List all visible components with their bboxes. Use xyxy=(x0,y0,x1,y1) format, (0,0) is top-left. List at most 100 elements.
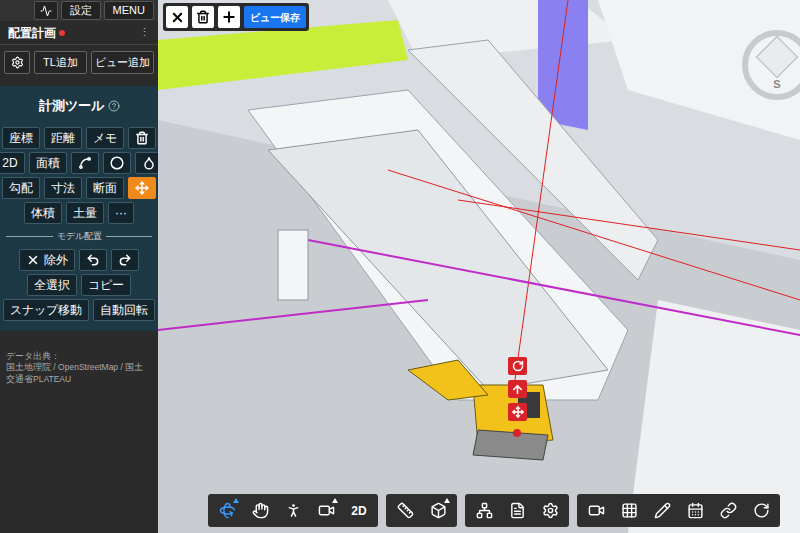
toolbar-button[interactable] xyxy=(389,494,421,527)
dropdown-mark xyxy=(233,498,239,503)
rotate-handle[interactable] xyxy=(508,357,527,375)
toolbar-button[interactable] xyxy=(679,494,711,527)
placement-button[interactable] xyxy=(79,249,107,271)
polyline-icon xyxy=(78,156,92,170)
circle-icon xyxy=(110,156,124,170)
tool-button[interactable]: 勾配 xyxy=(2,177,40,199)
tool-button[interactable]: メモ xyxy=(86,127,124,149)
tool-button[interactable]: 土量 xyxy=(66,202,104,224)
viewport[interactable]: ビュー保存S2D xyxy=(158,0,800,533)
trash-icon xyxy=(135,131,149,145)
bottom-toolbar: 2D xyxy=(208,494,780,527)
placement-button[interactable] xyxy=(111,249,139,271)
ruler-icon xyxy=(397,502,414,519)
orbit-icon xyxy=(219,502,236,519)
toolbar-button[interactable] xyxy=(712,494,744,527)
tools-title: 計測ツール xyxy=(6,96,152,116)
toolbar-button[interactable] xyxy=(646,494,678,527)
gizmo xyxy=(508,357,527,421)
rotate-icon xyxy=(512,360,524,372)
project-row[interactable]: 配置計画⋮ xyxy=(0,21,158,45)
add-button[interactable] xyxy=(218,6,240,28)
pivot-dot[interactable] xyxy=(513,429,521,437)
tool-button[interactable]: 体積 xyxy=(24,202,62,224)
placement-button[interactable]: 除外 xyxy=(19,249,75,271)
tool-button[interactable]: 2D xyxy=(0,152,25,174)
project-menu[interactable]: ⋮ xyxy=(139,24,150,41)
placement-row: スナップ移動自動回転 xyxy=(6,299,152,321)
arrow-up-icon xyxy=(511,383,524,396)
placement-button[interactable]: コピー xyxy=(81,274,131,296)
gear-icon xyxy=(542,502,559,519)
placement-button[interactable]: スナップ移動 xyxy=(3,299,89,321)
tool-row: 体積土量··· xyxy=(6,202,152,224)
toolbar-button[interactable] xyxy=(580,494,612,527)
scene-3d[interactable] xyxy=(158,0,800,533)
toolbar-button[interactable] xyxy=(422,494,454,527)
header-bar: 設定MENU xyxy=(0,0,158,21)
pencil-icon xyxy=(654,502,671,519)
tool-button[interactable]: 断面 xyxy=(86,177,124,199)
settings-button[interactable]: 設定 xyxy=(61,1,101,20)
toolbar-group xyxy=(465,494,569,527)
panel-settings-button[interactable] xyxy=(4,51,30,74)
toolbar-button[interactable] xyxy=(468,494,500,527)
lift-handle[interactable] xyxy=(508,380,527,398)
move-icon xyxy=(512,406,524,418)
toolbar-button[interactable]: 2D xyxy=(343,494,375,527)
close-icon xyxy=(170,10,185,25)
toolbar-button[interactable] xyxy=(501,494,533,527)
hand-icon xyxy=(252,502,269,519)
tool-button[interactable]: 座標 xyxy=(2,127,40,149)
view-cube[interactable] xyxy=(756,36,798,78)
close-button[interactable] xyxy=(166,6,188,28)
redo-icon xyxy=(118,253,132,267)
placement-button[interactable]: 全選択 xyxy=(27,274,77,296)
gear-icon xyxy=(11,56,24,69)
panel-button[interactable]: ビュー追加 xyxy=(91,51,154,74)
help-icon[interactable] xyxy=(108,100,120,112)
menu-button[interactable]: MENU xyxy=(104,1,154,20)
tool-button[interactable]: 寸法 xyxy=(44,177,82,199)
calendar-icon xyxy=(687,502,704,519)
toolbar-button[interactable] xyxy=(745,494,777,527)
toolbar-group xyxy=(577,494,780,527)
chart-button[interactable] xyxy=(34,1,58,20)
drop-icon xyxy=(142,156,156,170)
tool-row: 2D面積 xyxy=(6,152,152,174)
camera-icon xyxy=(318,502,335,519)
delete-button[interactable] xyxy=(192,6,214,28)
toolbar-button[interactable] xyxy=(613,494,645,527)
panel-button[interactable]: TL追加 xyxy=(34,51,87,74)
person-icon xyxy=(285,502,302,519)
tool-button[interactable] xyxy=(128,127,156,149)
panel-actions: TL追加ビュー追加 xyxy=(0,45,158,86)
app: 設定MENU配置計画⋮TL追加ビュー追加計測ツール座標距離メモ2D面積勾配寸法断… xyxy=(0,0,800,533)
placement-button[interactable]: 自動回転 xyxy=(93,299,155,321)
move-handle[interactable] xyxy=(508,403,527,421)
video-icon xyxy=(588,502,605,519)
tools-panel: 計測ツール座標距離メモ2D面積勾配寸法断面体積土量···モデル配置除外全選択コピ… xyxy=(0,86,158,331)
placement-row: 全選択コピー xyxy=(6,274,152,296)
toolbar-button[interactable] xyxy=(534,494,566,527)
trash-icon xyxy=(196,10,210,24)
toolbar-button[interactable] xyxy=(277,494,309,527)
tool-button[interactable]: 距離 xyxy=(44,127,82,149)
modified-dot xyxy=(59,30,65,36)
box-icon xyxy=(430,502,447,519)
dropdown-mark xyxy=(444,498,450,503)
save-view-button[interactable]: ビュー保存 xyxy=(244,6,306,28)
tool-button[interactable] xyxy=(71,152,99,174)
tool-button[interactable]: 面積 xyxy=(29,152,67,174)
toolbar-button[interactable] xyxy=(244,494,276,527)
tool-button[interactable] xyxy=(128,177,156,199)
toolbar-button[interactable] xyxy=(211,494,243,527)
tool-button[interactable]: ··· xyxy=(108,202,134,224)
close-icon xyxy=(26,253,40,267)
toolbar-group xyxy=(386,494,457,527)
plus-icon xyxy=(221,9,237,25)
sidebar: 設定MENU配置計画⋮TL追加ビュー追加計測ツール座標距離メモ2D面積勾配寸法断… xyxy=(0,0,158,533)
tool-button[interactable] xyxy=(103,152,131,174)
toolbar-button[interactable] xyxy=(310,494,342,527)
tool-row: 勾配寸法断面 xyxy=(6,177,152,199)
